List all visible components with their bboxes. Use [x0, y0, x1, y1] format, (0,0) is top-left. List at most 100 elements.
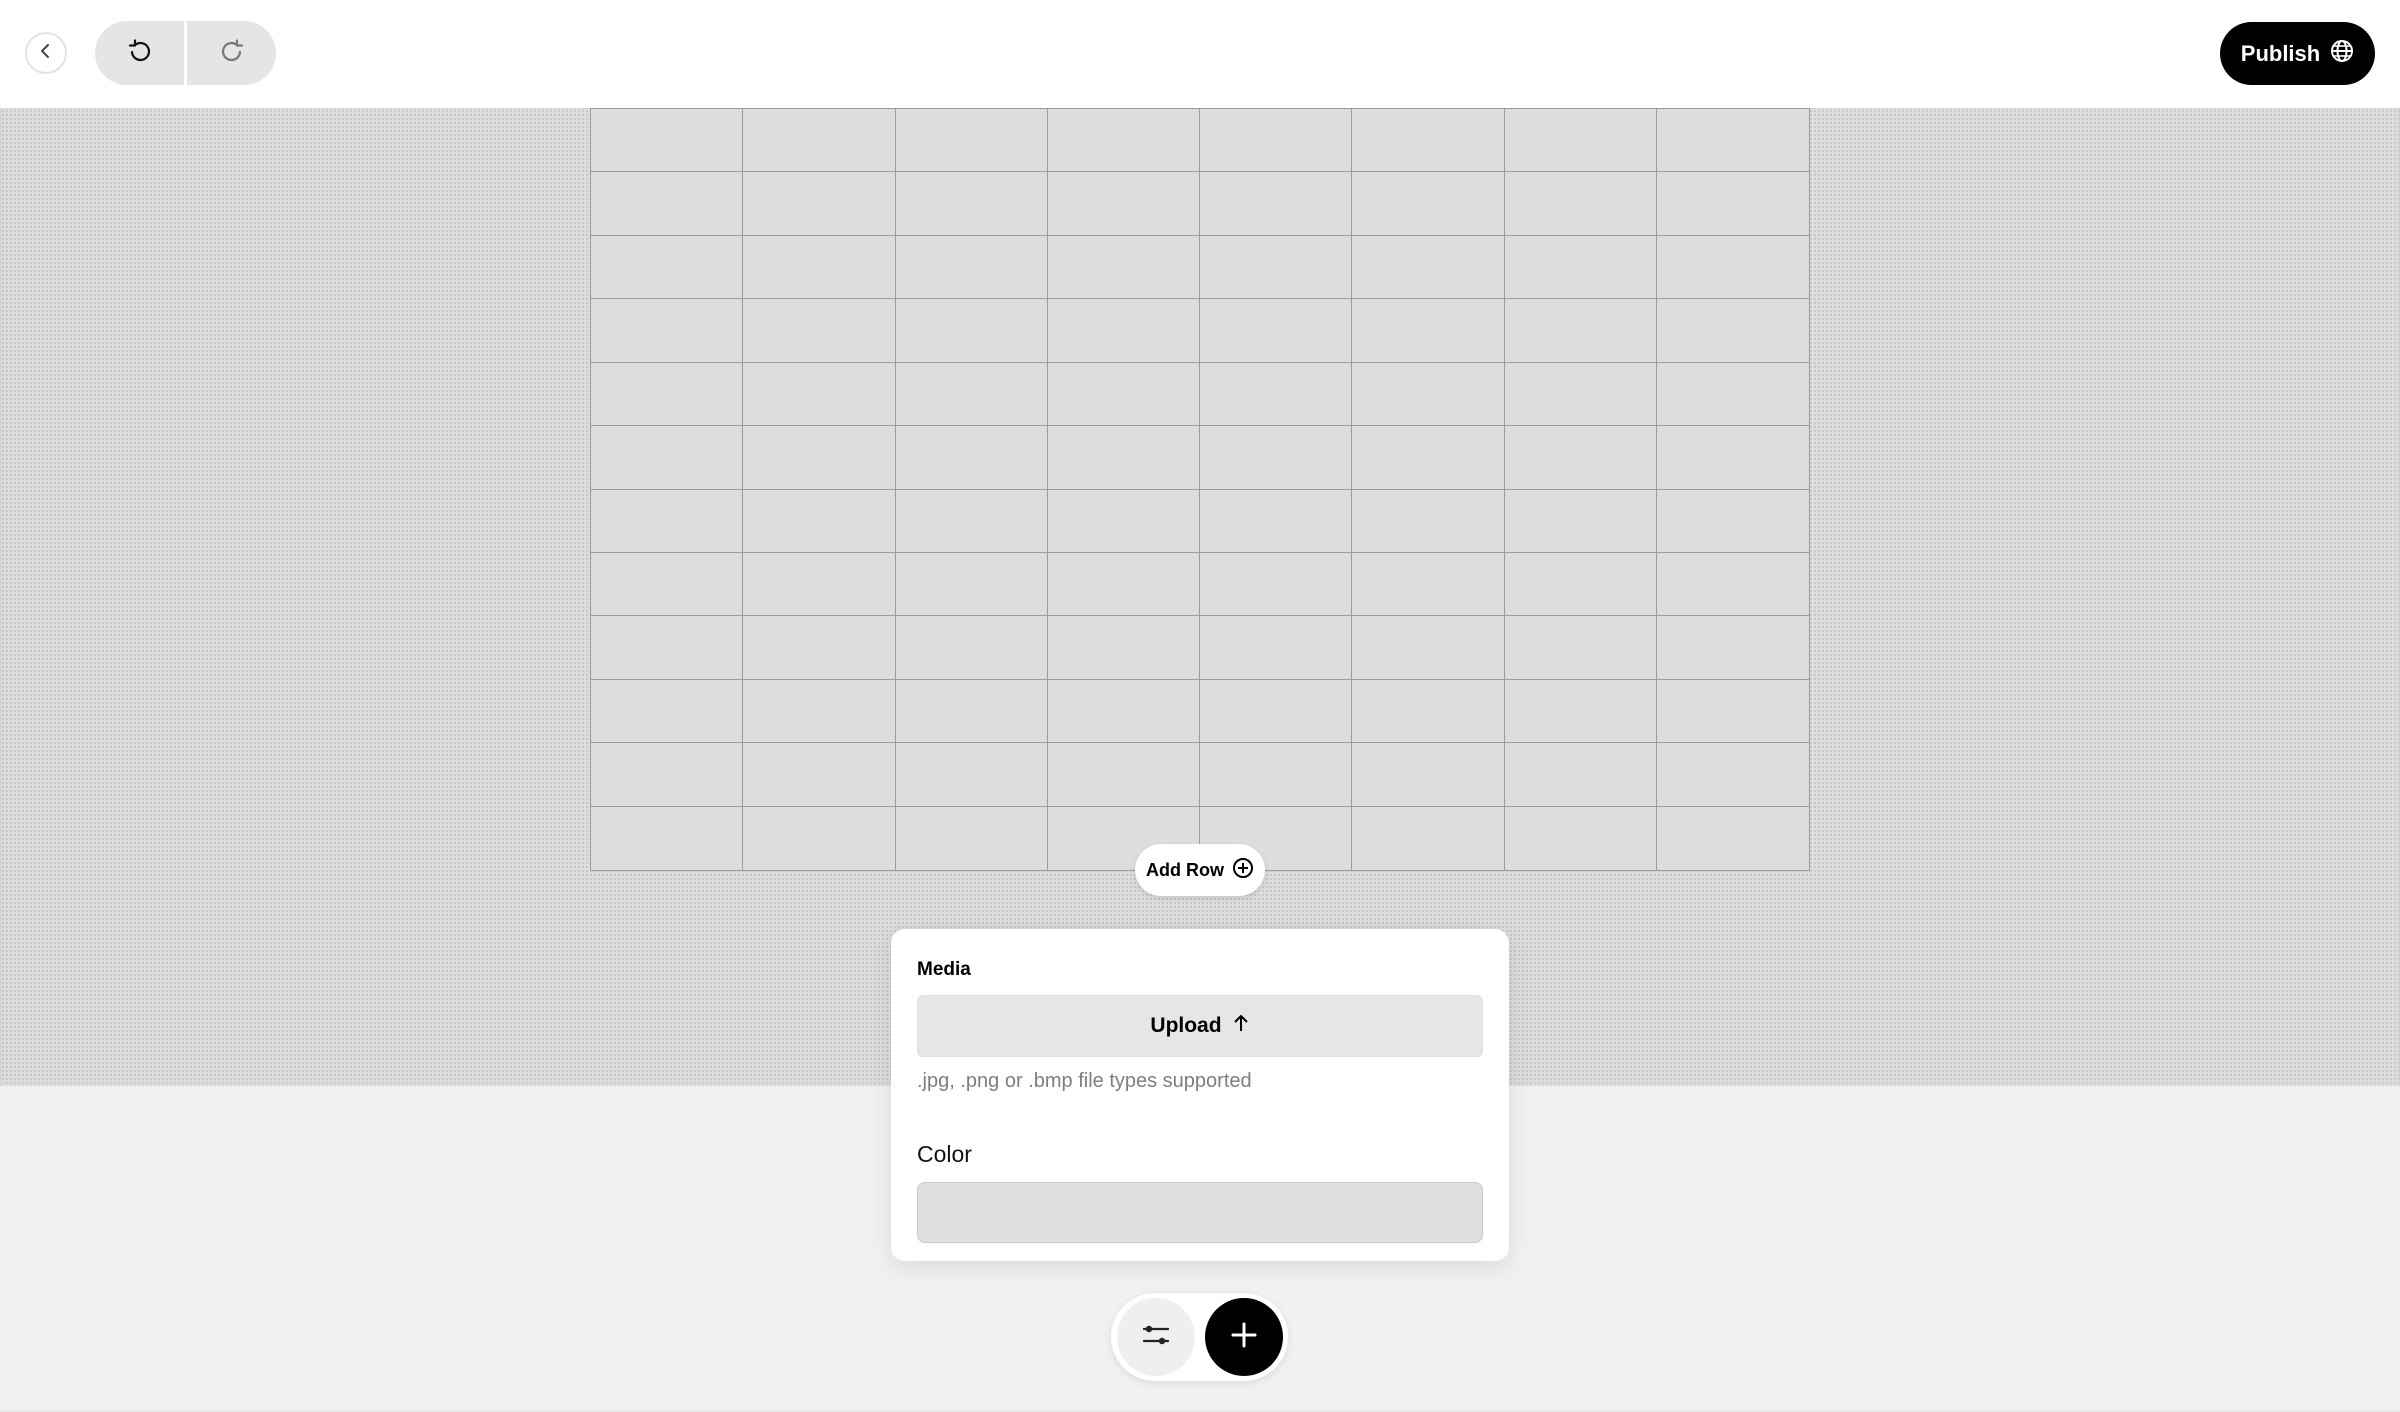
- grid-cell[interactable]: [895, 743, 1048, 807]
- grid-cell[interactable]: [591, 806, 744, 870]
- grid-cell[interactable]: [1200, 743, 1353, 807]
- grid-cell[interactable]: [1200, 235, 1353, 300]
- grid-cell[interactable]: [1504, 235, 1657, 300]
- grid-cell[interactable]: [1200, 616, 1353, 680]
- grid-cell[interactable]: [895, 172, 1048, 236]
- grid-cell[interactable]: [1352, 679, 1505, 744]
- grid-cell[interactable]: [1656, 172, 1809, 236]
- grid-cell[interactable]: [1352, 109, 1505, 173]
- grid-cell[interactable]: [1200, 552, 1353, 617]
- grid-cell[interactable]: [591, 552, 744, 617]
- grid-cell[interactable]: [1656, 743, 1809, 807]
- grid-cell[interactable]: [743, 489, 896, 553]
- grid-cell[interactable]: [1504, 172, 1657, 236]
- grid-block[interactable]: [590, 108, 1810, 871]
- grid-cell[interactable]: [1504, 552, 1657, 617]
- grid-cell[interactable]: [1200, 362, 1353, 427]
- grid-cell[interactable]: [1047, 362, 1200, 427]
- grid-cell[interactable]: [1352, 362, 1505, 427]
- grid-cell[interactable]: [743, 109, 896, 173]
- grid-cell[interactable]: [1352, 489, 1505, 553]
- add-row-button[interactable]: Add Row: [1135, 844, 1265, 896]
- settings-button[interactable]: [1117, 1298, 1195, 1376]
- grid-cell[interactable]: [1200, 489, 1353, 553]
- grid-cell[interactable]: [1504, 743, 1657, 807]
- grid-cell[interactable]: [1200, 299, 1353, 363]
- grid-cell[interactable]: [895, 109, 1048, 173]
- grid-cell[interactable]: [1047, 616, 1200, 680]
- grid-cell[interactable]: [1047, 109, 1200, 173]
- grid-cell[interactable]: [1504, 426, 1657, 490]
- grid-cell[interactable]: [1656, 680, 1809, 744]
- grid-cell[interactable]: [1352, 552, 1505, 617]
- grid-cell[interactable]: [1504, 109, 1657, 173]
- grid-cell[interactable]: [1200, 426, 1353, 490]
- grid-cell[interactable]: [591, 299, 744, 363]
- grid-cell[interactable]: [1047, 235, 1200, 300]
- grid-cell[interactable]: [743, 806, 896, 870]
- grid-cell[interactable]: [591, 172, 744, 236]
- grid-cell[interactable]: [743, 743, 896, 807]
- grid-cell[interactable]: [1656, 299, 1809, 363]
- grid-cell[interactable]: [1352, 172, 1505, 236]
- grid-cell[interactable]: [1504, 362, 1657, 427]
- grid-cell[interactable]: [1047, 299, 1200, 363]
- grid-cell[interactable]: [896, 806, 1048, 870]
- grid-cell[interactable]: [1352, 426, 1505, 490]
- grid-cell[interactable]: [591, 426, 744, 490]
- grid-cell[interactable]: [895, 679, 1048, 744]
- grid-cell[interactable]: [1047, 679, 1200, 744]
- grid-cell[interactable]: [1656, 363, 1809, 427]
- redo-button[interactable]: [187, 21, 276, 85]
- grid-cell[interactable]: [743, 172, 896, 236]
- grid-cell[interactable]: [743, 235, 896, 300]
- back-button[interactable]: [25, 32, 67, 74]
- grid-cell[interactable]: [743, 552, 896, 617]
- grid-cell[interactable]: [1200, 679, 1353, 744]
- grid-cell[interactable]: [1047, 552, 1200, 617]
- color-field[interactable]: [917, 1182, 1483, 1243]
- grid-cell[interactable]: [1352, 235, 1505, 300]
- grid-cell[interactable]: [1352, 299, 1505, 363]
- grid-cell[interactable]: [743, 679, 896, 744]
- grid-cell[interactable]: [1656, 553, 1809, 617]
- grid-cell[interactable]: [1656, 109, 1809, 173]
- grid-cell[interactable]: [1200, 172, 1353, 236]
- grid-cell[interactable]: [895, 616, 1048, 680]
- upload-button[interactable]: Upload: [917, 995, 1483, 1057]
- grid-cell[interactable]: [1504, 299, 1657, 363]
- grid-cell[interactable]: [1047, 426, 1200, 490]
- grid-cell[interactable]: [591, 489, 744, 553]
- grid-cell[interactable]: [743, 616, 896, 680]
- grid-cell[interactable]: [895, 362, 1048, 427]
- grid-cell[interactable]: [1656, 426, 1809, 490]
- grid-cell[interactable]: [1656, 236, 1809, 300]
- grid-cell[interactable]: [1352, 743, 1505, 807]
- grid-cell[interactable]: [1504, 616, 1657, 680]
- grid-cell[interactable]: [1504, 679, 1657, 744]
- grid-cell[interactable]: [895, 299, 1048, 363]
- grid-cell[interactable]: [1047, 743, 1200, 807]
- grid-cell[interactable]: [895, 235, 1048, 300]
- grid-cell[interactable]: [1200, 109, 1353, 173]
- grid-cell[interactable]: [1504, 489, 1657, 553]
- grid-cell[interactable]: [1505, 806, 1657, 870]
- grid-cell[interactable]: [743, 426, 896, 490]
- grid-cell[interactable]: [591, 743, 744, 807]
- grid-cell[interactable]: [1352, 806, 1505, 870]
- grid-cell[interactable]: [591, 616, 744, 680]
- undo-button[interactable]: [95, 21, 184, 85]
- grid-cell[interactable]: [1657, 807, 1809, 870]
- grid-cell[interactable]: [1656, 490, 1809, 553]
- grid-cell[interactable]: [743, 299, 896, 363]
- grid-cell[interactable]: [591, 235, 744, 300]
- grid-cell[interactable]: [743, 362, 896, 427]
- grid-cell[interactable]: [1656, 616, 1809, 680]
- grid-cell[interactable]: [895, 426, 1048, 490]
- grid-cell[interactable]: [895, 552, 1048, 617]
- grid-cell[interactable]: [1352, 616, 1505, 680]
- grid-cell[interactable]: [591, 109, 744, 173]
- publish-button[interactable]: Publish: [2220, 22, 2375, 85]
- grid-cell[interactable]: [1047, 489, 1200, 553]
- grid-cell[interactable]: [1047, 172, 1200, 236]
